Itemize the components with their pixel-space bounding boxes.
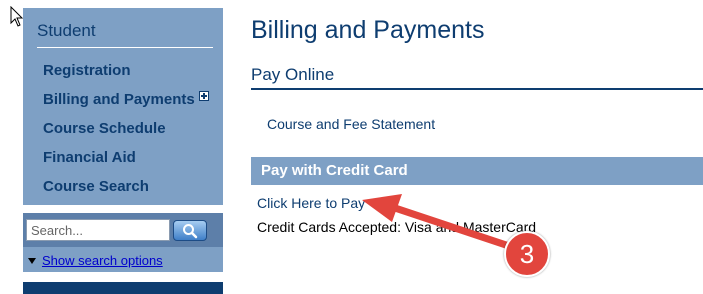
search-icon	[183, 223, 198, 238]
show-search-options-link[interactable]: Show search options	[42, 253, 163, 268]
section-divider	[251, 88, 703, 90]
course-fee-statement-link[interactable]: Course and Fee Statement	[267, 116, 435, 132]
section-heading-pay-online: Pay Online	[251, 65, 335, 84]
credit-card-section-header: Pay with Credit Card	[251, 157, 703, 185]
sidebar-header: Student	[37, 21, 213, 48]
click-here-to-pay-link[interactable]: Click Here to Pay	[257, 195, 365, 211]
search-button[interactable]	[173, 220, 207, 241]
page-title: Billing and Payments	[251, 16, 485, 44]
sidebar-item-label: Registration	[43, 62, 131, 79]
sidebar-item-label: Course Search	[43, 178, 149, 195]
search-options-row: Show search options	[23, 253, 163, 268]
sidebar-item-course-schedule[interactable]: Course Schedule	[43, 114, 209, 143]
sidebar-item-label: Financial Aid	[43, 149, 136, 166]
cards-accepted-text: Credit Cards Accepted: Visa and MasterCa…	[257, 219, 537, 235]
expand-plus-icon[interactable]	[198, 90, 209, 101]
search-panel: Show search options	[23, 213, 223, 272]
sidebar-item-label: Course Schedule	[43, 120, 166, 137]
sidebar-item-billing-and-payments[interactable]: Billing and Payments	[43, 85, 209, 114]
search-input[interactable]	[26, 219, 170, 241]
search-row	[23, 213, 223, 247]
sidebar: Student Registration Billing and Payment…	[23, 8, 223, 205]
sidebar-footer-bar	[23, 282, 223, 294]
sidebar-item-registration[interactable]: Registration	[43, 56, 209, 85]
sidebar-item-label: Billing and Payments	[43, 91, 195, 108]
sidebar-nav: Registration Billing and Payments Course…	[43, 56, 209, 201]
sidebar-item-course-search[interactable]: Course Search	[43, 172, 209, 201]
sidebar-item-financial-aid[interactable]: Financial Aid	[43, 143, 209, 172]
triangle-down-icon	[28, 257, 36, 264]
step-number-badge: 3	[504, 231, 550, 277]
mouse-cursor-icon	[10, 6, 24, 27]
